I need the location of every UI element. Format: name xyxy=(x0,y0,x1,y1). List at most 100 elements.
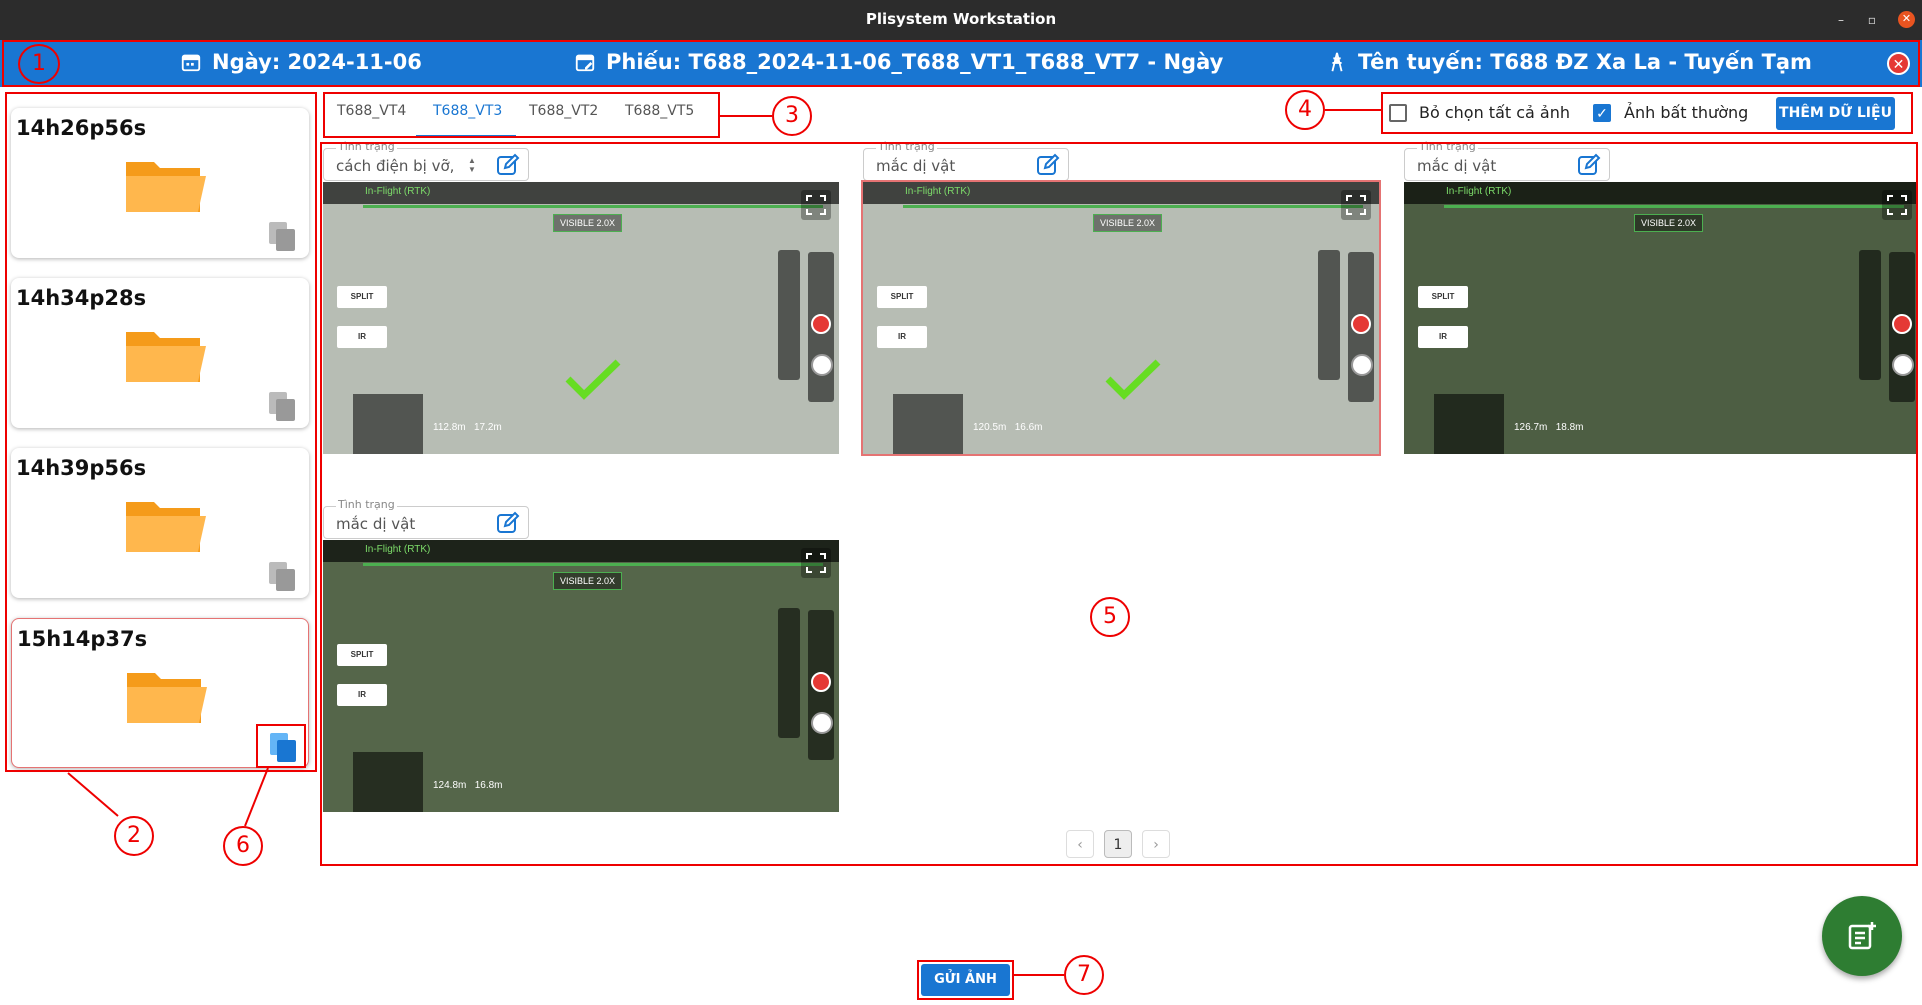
record-icon xyxy=(811,314,831,334)
drone-image[interactable]: In-Flight (RTK) VISIBLE 2.0X SPLIT IR 12… xyxy=(1404,182,1916,454)
zoom-control xyxy=(778,250,800,380)
status-field[interactable]: Tình trạng cách điện bị vỡ, ▲ ▼ xyxy=(323,140,529,181)
checkmark-icon[interactable] xyxy=(563,357,623,402)
drone-status-bar: In-Flight (RTK) xyxy=(323,182,839,204)
ir-button: IR xyxy=(337,326,387,348)
status-field[interactable]: Tình trạng mắc dị vật xyxy=(863,140,1069,181)
status-legend: Tình trạng xyxy=(876,140,937,153)
copy-icon[interactable] xyxy=(267,390,297,422)
folder-icon xyxy=(126,502,206,552)
drone-status-bar: In-Flight (RTK) xyxy=(1404,182,1916,204)
flight-progress-line xyxy=(363,563,823,566)
drone-status-bar: In-Flight (RTK) xyxy=(863,182,1379,204)
zoom-control xyxy=(1859,250,1881,380)
folder-card[interactable]: 14h39p56s xyxy=(11,448,309,598)
annotation-number-3: 3 xyxy=(772,96,812,136)
ir-button: IR xyxy=(877,326,927,348)
ir-button: IR xyxy=(1418,326,1468,348)
drone-image[interactable]: In-Flight (RTK) VISIBLE 2.0X SPLIT IR 12… xyxy=(323,540,839,812)
pagination: ‹ 1 › xyxy=(1066,830,1170,860)
fullscreen-icon[interactable] xyxy=(1341,190,1371,220)
status-value[interactable]: mắc dị vật xyxy=(336,515,415,533)
minimize-button[interactable]: – xyxy=(1838,13,1844,27)
folder-card-selected[interactable]: 15h14p37s xyxy=(11,618,309,768)
window-close-button[interactable]: ✕ xyxy=(1898,11,1915,28)
folder-label: 14h26p56s xyxy=(16,116,147,140)
folder-icon xyxy=(126,162,206,212)
shutter-icon xyxy=(1892,354,1914,376)
annotation-number-7: 7 xyxy=(1064,955,1104,995)
edit-icon[interactable] xyxy=(1577,153,1601,177)
image-gallery: Tình trạng cách điện bị vỡ, ▲ ▼ In-Flight… xyxy=(320,140,1918,866)
status-field[interactable]: Tình trạng mắc dị vật xyxy=(323,498,529,539)
folder-label: 14h34p28s xyxy=(16,286,147,310)
folder-label: 15h14p37s xyxy=(17,627,148,651)
edit-icon[interactable] xyxy=(496,511,520,535)
annotation-number-4: 4 xyxy=(1285,90,1325,130)
split-button: SPLIT xyxy=(337,286,387,308)
flight-stats: 126.7m 18.8m xyxy=(1514,422,1584,433)
position-tabs: T688_VT4 T688_VT3 T688_VT2 T688_VT5 xyxy=(323,93,720,138)
add-data-button[interactable]: THÊM DỮ LIỆU xyxy=(1776,97,1895,130)
report-fab-button[interactable] xyxy=(1822,896,1902,976)
window-title: Plisystem Workstation xyxy=(865,10,1057,28)
abnormal-label: Ảnh bất thường xyxy=(1624,103,1749,122)
flight-progress-line xyxy=(363,205,823,208)
active-tab-indicator xyxy=(416,135,516,137)
record-icon xyxy=(811,672,831,692)
status-value[interactable]: cách điện bị vỡ, xyxy=(336,157,454,175)
flight-folder-list: 14h26p56s 14h34p28s 14h39p56s 15h14p37s xyxy=(7,93,315,773)
image-options: Bỏ chọn tất cả ảnh ✓ Ảnh bất thường THÊM… xyxy=(1381,93,1913,135)
tab-t688-vt3[interactable]: T688_VT3 xyxy=(433,103,502,119)
page-number-button[interactable]: 1 xyxy=(1104,830,1132,858)
status-value[interactable]: mắc dị vật xyxy=(876,157,955,175)
folder-label: 14h39p56s xyxy=(16,456,147,480)
ir-button: IR xyxy=(337,684,387,706)
edit-icon[interactable] xyxy=(1036,153,1060,177)
deselect-all-label: Bỏ chọn tất cả ảnh xyxy=(1419,103,1571,122)
copy-icon[interactable] xyxy=(267,560,297,592)
abnormal-checkbox[interactable]: ✓ xyxy=(1593,104,1611,122)
folder-icon xyxy=(127,673,207,723)
fullscreen-icon[interactable] xyxy=(1882,190,1912,220)
copy-icon[interactable] xyxy=(267,220,297,252)
annotation-number-2: 2 xyxy=(114,816,154,856)
calendar-icon xyxy=(181,54,201,72)
shutter-icon xyxy=(811,712,833,734)
split-button: SPLIT xyxy=(337,644,387,666)
fullscreen-icon[interactable] xyxy=(801,548,831,578)
folder-card[interactable]: 14h26p56s xyxy=(11,108,309,258)
tab-t688-vt2[interactable]: T688_VT2 xyxy=(529,103,598,119)
folder-card[interactable]: 14h34p28s xyxy=(11,278,309,428)
edit-icon[interactable] xyxy=(496,153,520,177)
header-ticket: Phiếu: T688_2024-11-06_T688_VT1_T688_VT7… xyxy=(574,50,1223,74)
status-legend: Tình trạng xyxy=(336,498,397,511)
tab-t688-vt4[interactable]: T688_VT4 xyxy=(337,103,406,119)
status-field[interactable]: Tình trạng mắc dị vật xyxy=(1404,140,1610,181)
annotation-number-5: 5 xyxy=(1090,597,1130,637)
session-header: Ngày: 2024-11-06 Phiếu: T688_2024-11-06_… xyxy=(0,40,1922,87)
status-value[interactable]: mắc dị vật xyxy=(1417,157,1496,175)
close-session-button[interactable]: ✕ xyxy=(1887,52,1910,75)
send-images-button[interactable]: GỬI ẢNH xyxy=(921,964,1010,996)
drone-image[interactable]: In-Flight (RTK) VISIBLE 2.0X SPLIT IR 12… xyxy=(861,180,1381,456)
status-legend: Tình trạng xyxy=(1417,140,1478,153)
camera-mode-badge: VISIBLE 2.0X xyxy=(1093,214,1163,232)
next-page-button[interactable]: › xyxy=(1142,830,1170,858)
deselect-all-checkbox[interactable] xyxy=(1389,104,1407,122)
prev-page-button[interactable]: ‹ xyxy=(1066,830,1094,858)
checkmark-icon[interactable] xyxy=(1103,357,1163,402)
stepper-icon[interactable]: ▲ ▼ xyxy=(468,156,476,174)
transmission-tower-icon xyxy=(1331,52,1343,72)
drone-status-bar: In-Flight (RTK) xyxy=(323,540,839,562)
flight-stats: 112.8m 17.2m xyxy=(433,422,502,433)
zoom-control xyxy=(1318,250,1340,380)
copy-icon[interactable] xyxy=(268,731,298,763)
maximize-button[interactable]: ▫ xyxy=(1868,13,1876,27)
header-ticket-text: Phiếu: T688_2024-11-06_T688_VT1_T688_VT7… xyxy=(606,50,1224,74)
fullscreen-icon[interactable] xyxy=(801,190,831,220)
folder-icon xyxy=(126,332,206,382)
window-titlebar: Plisystem Workstation – ▫ ✕ xyxy=(0,0,1922,40)
tab-t688-vt5[interactable]: T688_VT5 xyxy=(625,103,694,119)
drone-image[interactable]: In-Flight (RTK) VISIBLE 2.0X SPLIT IR 11… xyxy=(323,182,839,454)
